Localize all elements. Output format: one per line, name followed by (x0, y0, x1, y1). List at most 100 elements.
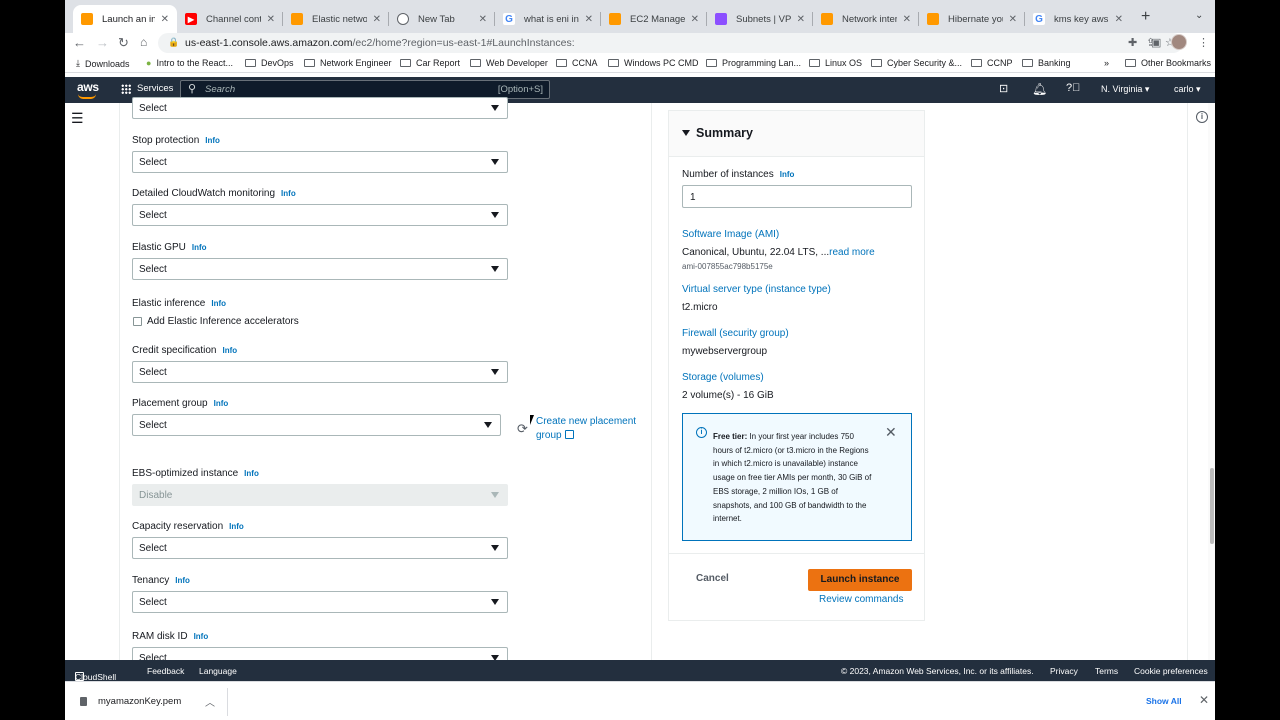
home-icon[interactable]: ⌂ (140, 35, 147, 49)
info-link[interactable]: Info (222, 346, 237, 355)
terms-link[interactable]: Terms (1095, 666, 1118, 676)
placement-group-select[interactable]: Select (132, 414, 501, 436)
select-partial-top[interactable]: Select (132, 97, 508, 119)
bookmark-linux[interactable]: Linux OS (809, 58, 862, 68)
close-tab-icon[interactable]: ✕ (267, 14, 275, 25)
chevron-up-icon[interactable]: ︿ (205, 694, 215, 709)
review-commands-link[interactable]: Review commands (819, 594, 903, 605)
close-tab-icon[interactable]: ✕ (161, 14, 169, 25)
aws-logo[interactable]: aws (77, 80, 99, 99)
feedback-link[interactable]: Feedback (147, 666, 184, 676)
cancel-button[interactable]: Cancel (696, 573, 729, 584)
tab-ec2-management[interactable]: EC2 Management ✕ (601, 5, 707, 33)
reload-icon[interactable]: ↻ (118, 35, 129, 51)
bookmark-windows-cmd[interactable]: Windows PC CMD (608, 58, 699, 68)
region-selector[interactable]: N. Virginia ▾ (1101, 84, 1149, 95)
bookmark-ccna[interactable]: CCNA (556, 58, 598, 68)
tab-hibernate[interactable]: Hibernate your ✕ (919, 5, 1025, 33)
cloudwatch-monitoring-select[interactable]: Select (132, 204, 508, 226)
help-icon[interactable]: ?⃝ (1066, 82, 1080, 94)
close-icon[interactable]: ✕ (1199, 693, 1209, 707)
close-tab-icon[interactable]: ✕ (691, 14, 699, 25)
tab-kms-key[interactable]: G kms key aws - G ✕ (1025, 5, 1131, 33)
firewall-link[interactable]: Firewall (security group) (682, 328, 789, 339)
info-link[interactable]: Info (211, 299, 226, 308)
bookmark-ccnp[interactable]: CCNP (971, 58, 1013, 68)
close-tab-icon[interactable]: ✕ (585, 14, 593, 25)
sidepanel-icon[interactable]: ▣ (1151, 36, 1161, 49)
read-more-link[interactable]: read more (829, 247, 875, 258)
download-item[interactable]: myamazonKey.pem (98, 696, 181, 707)
bookmark-programming[interactable]: Programming Lan... (706, 58, 801, 68)
side-nav-menu-icon[interactable]: ☰ (71, 110, 84, 127)
summary-header[interactable]: Summary (669, 111, 924, 157)
browser-menu-icon[interactable]: ⋮ (1198, 36, 1209, 49)
launch-instance-button[interactable]: Launch instance (808, 569, 912, 591)
page-scrollbar[interactable] (1208, 103, 1215, 660)
back-arrow-icon[interactable]: ← (73, 35, 86, 50)
bookmark-car-report[interactable]: Car Report (400, 58, 460, 68)
info-link[interactable]: Info (214, 399, 229, 408)
storage-link[interactable]: Storage (volumes) (682, 372, 764, 383)
close-icon[interactable]: ✕ (885, 424, 897, 441)
close-tab-icon[interactable]: ✕ (1115, 14, 1123, 25)
cloudshell-icon[interactable]: ⊡ (999, 82, 1008, 95)
notifications-bell-icon[interactable]: 🔔︎ (1032, 82, 1047, 96)
instance-type-link[interactable]: Virtual server type (instance type) (682, 284, 831, 295)
close-tab-icon[interactable]: ✕ (1009, 14, 1017, 25)
refresh-icon[interactable]: ⟳ (517, 421, 528, 437)
info-link[interactable]: Info (175, 576, 190, 585)
close-tab-icon[interactable]: ✕ (373, 14, 381, 25)
tab-new-tab[interactable]: New Tab ✕ (389, 5, 495, 33)
stop-protection-select[interactable]: Select (132, 151, 508, 173)
create-placement-group-link[interactable]: Create new placement group (536, 415, 646, 443)
extensions-puzzle-icon[interactable]: ✚ (1128, 36, 1137, 49)
bookmark-devops[interactable]: DevOps (245, 58, 294, 68)
bookmarks-overflow-chevron[interactable]: » (1104, 58, 1109, 68)
bookmark-other[interactable]: Other Bookmarks (1125, 58, 1211, 68)
ami-link[interactable]: Software Image (AMI) (682, 229, 779, 240)
bookmark-downloads[interactable]: ⤓ Downloads (76, 58, 130, 69)
new-tab-plus-icon[interactable]: + (1141, 8, 1150, 26)
collapse-caret-icon[interactable] (682, 130, 690, 136)
privacy-link[interactable]: Privacy (1050, 666, 1078, 676)
tab-network-interfaces[interactable]: Network interfaces ✕ (813, 5, 919, 33)
info-link[interactable]: Info (192, 243, 207, 252)
credit-spec-select[interactable]: Select (132, 361, 508, 383)
bookmark-cyber-security[interactable]: Cyber Security &... (871, 58, 962, 68)
info-link[interactable]: Info (244, 469, 259, 478)
profile-avatar[interactable] (1171, 34, 1187, 50)
elastic-inference-checkbox-label[interactable]: Add Elastic Inference accelerators (147, 316, 299, 327)
tab-subnets-vpc[interactable]: Subnets | VPC M ✕ (707, 5, 813, 33)
tab-search-chevron-icon[interactable]: ⌄ (1195, 10, 1203, 21)
info-link[interactable]: Info (205, 136, 220, 145)
show-all-button[interactable]: Show All (1146, 696, 1182, 706)
info-panel-icon[interactable]: i (1196, 111, 1208, 123)
info-link[interactable]: Info (229, 522, 244, 531)
info-link[interactable]: Info (281, 189, 296, 198)
elastic-inference-checkbox[interactable] (133, 317, 142, 326)
account-menu[interactable]: carlo ▾ (1174, 84, 1201, 95)
close-tab-icon[interactable]: ✕ (797, 14, 805, 25)
language-link[interactable]: Language (199, 666, 237, 676)
info-link[interactable]: Info (194, 632, 209, 641)
scrollbar-thumb[interactable] (1210, 468, 1214, 544)
info-link[interactable]: Info (780, 170, 795, 179)
tab-elastic-network[interactable]: Elastic network ✕ (283, 5, 389, 33)
bookmark-network-engineer[interactable]: Network Engineer (304, 58, 392, 68)
bookmark-web-developer[interactable]: Web Developer (470, 58, 548, 68)
num-instances-input[interactable]: 1 (682, 185, 912, 208)
tenancy-select[interactable]: Select (132, 591, 508, 613)
bookmark-react[interactable]: ● Intro to the React... (146, 58, 233, 68)
tab-google-search[interactable]: G what is eni in aws ✕ (495, 5, 601, 33)
tab-launch-instance[interactable]: Launch an instance | EC2 ✕ (73, 5, 177, 33)
close-tab-icon[interactable]: ✕ (903, 14, 911, 25)
capacity-reservation-select[interactable]: Select (132, 537, 508, 559)
close-tab-icon[interactable]: ✕ (479, 14, 487, 25)
bookmark-banking[interactable]: Banking (1022, 58, 1071, 68)
services-menu[interactable]: Services (121, 83, 173, 94)
url-field[interactable]: 🔒 us-east-1.console.aws.amazon.com/ec2/h… (158, 33, 1183, 53)
elastic-gpu-select[interactable]: Select (132, 258, 508, 280)
forward-arrow-icon[interactable]: → (96, 35, 109, 50)
cookie-preferences-link[interactable]: Cookie preferences (1134, 666, 1208, 676)
